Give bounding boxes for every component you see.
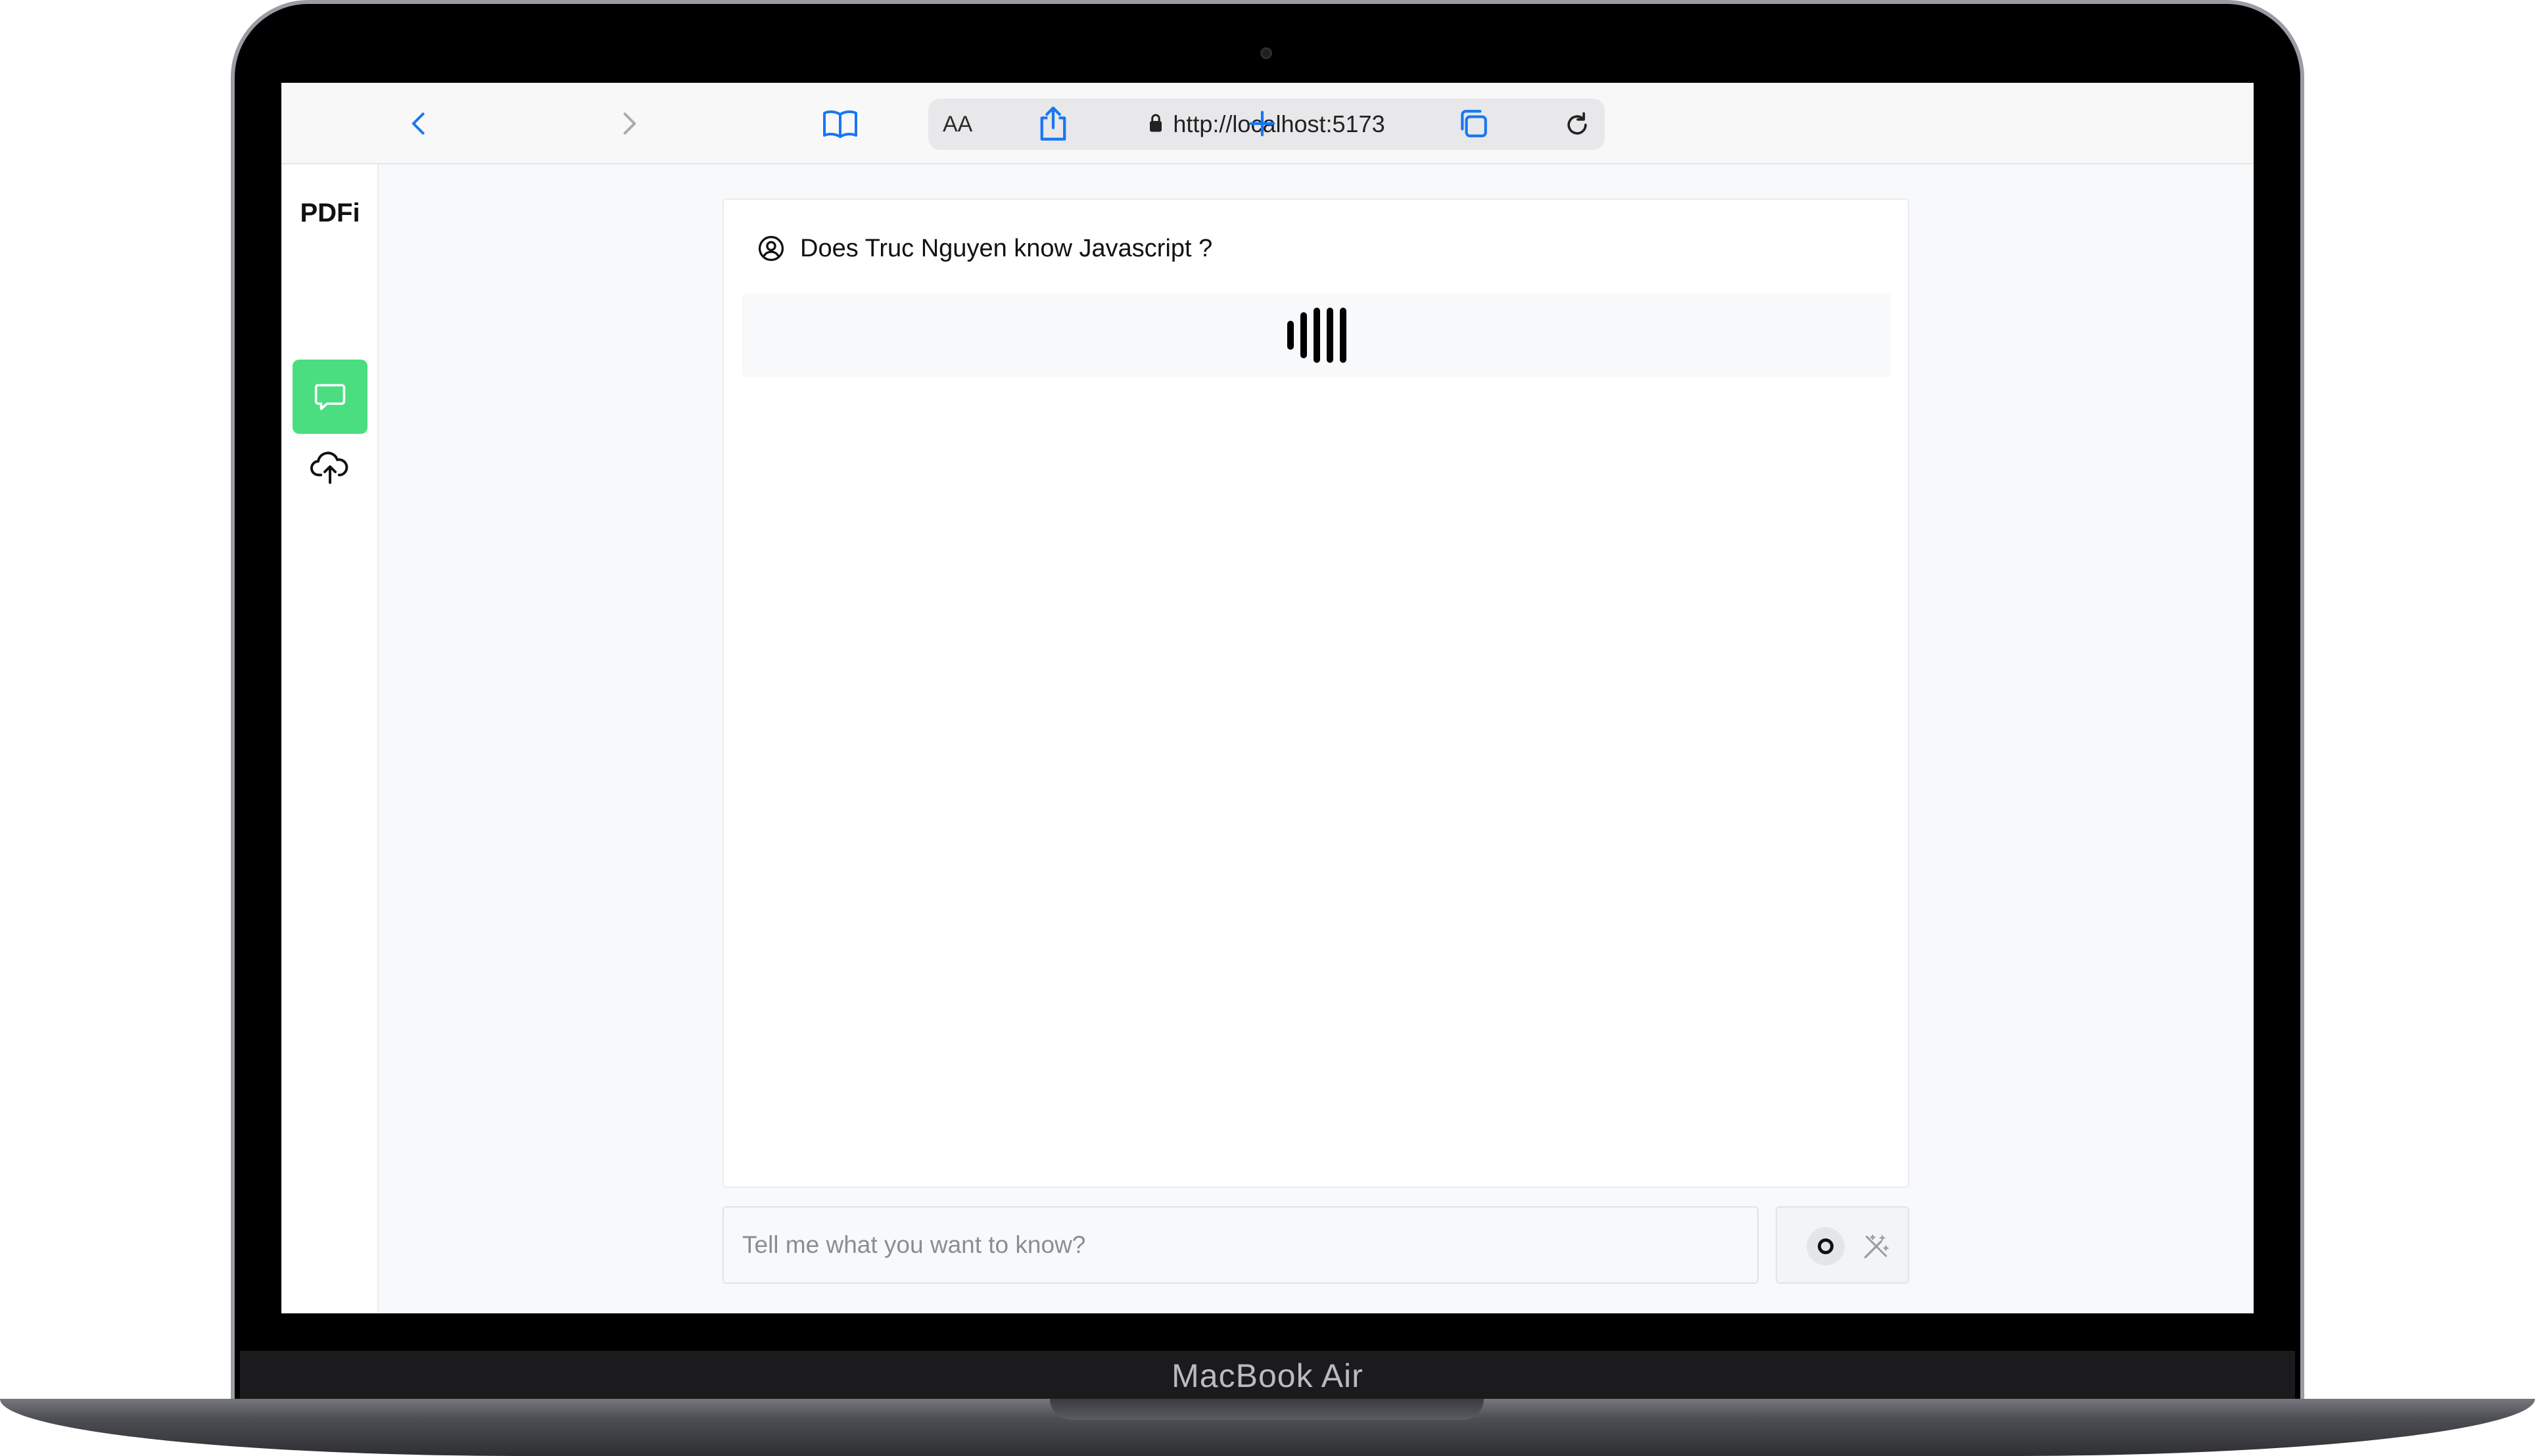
cloud-upload-icon: [310, 451, 348, 484]
device-label: MacBook Air: [1172, 1357, 1363, 1394]
lock-icon: [1148, 113, 1164, 136]
chevron-right-icon[interactable]: [610, 105, 647, 142]
book-icon[interactable]: [822, 105, 859, 142]
audio-bars-loader-icon: [1287, 308, 1346, 363]
tabs-icon[interactable]: [1455, 105, 1492, 142]
composer-actions: [1776, 1206, 1909, 1284]
composer: [723, 1206, 1759, 1284]
chat-input[interactable]: [724, 1208, 1757, 1282]
share-icon[interactable]: [1035, 105, 1072, 142]
chat-bubble-icon: [314, 383, 346, 410]
sidebar-item-upload[interactable]: [293, 430, 367, 504]
sidebar: PDFi: [281, 164, 379, 1313]
record-icon[interactable]: [1807, 1227, 1845, 1265]
brand-logo: PDFi: [300, 199, 360, 227]
chat-question: Does Truc Nguyen know Javascript ?: [757, 234, 1212, 263]
laptop-bezel-bottom: MacBook Air: [240, 1351, 2295, 1400]
user-circle-icon: [758, 235, 784, 262]
question-text: Does Truc Nguyen know Javascript ?: [800, 234, 1213, 262]
magic-wand-icon[interactable]: [1857, 1227, 1895, 1265]
answer-box: [742, 293, 1891, 377]
browser-toolbar: AA http://localhost:5173: [281, 83, 2254, 164]
screen: AA http://localhost:5173 PDFi Does Truc …: [281, 83, 2254, 1313]
plus-icon[interactable]: [1244, 105, 1281, 142]
chevron-left-icon[interactable]: [401, 105, 438, 142]
chat-panel: Does Truc Nguyen know Javascript ?: [723, 199, 1909, 1188]
reload-icon[interactable]: [1559, 106, 1596, 143]
laptop-notch: [1050, 1399, 1484, 1420]
camera: [1260, 47, 1272, 59]
sidebar-item-chat[interactable]: [293, 360, 367, 434]
device-mockup: AA http://localhost:5173 PDFi Does Truc …: [0, 0, 2535, 1456]
